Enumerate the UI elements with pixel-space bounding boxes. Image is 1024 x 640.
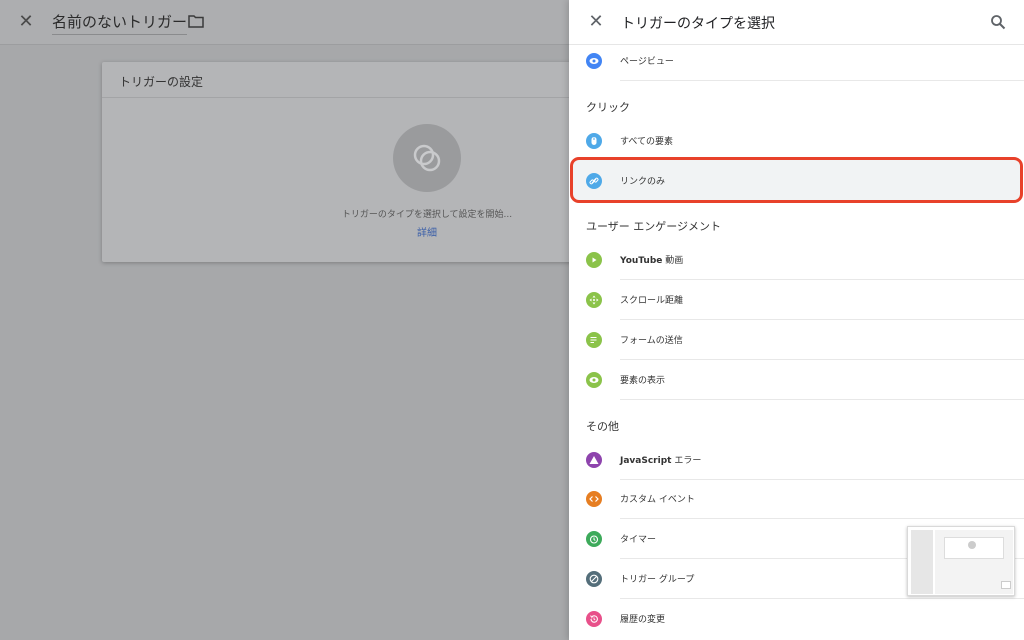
alarm-icon <box>586 531 602 547</box>
details-link[interactable]: 詳細 <box>102 224 582 239</box>
trigger-item-javascript-error[interactable]: JavaScript エラー <box>569 440 1024 480</box>
trigger-item-form-submit[interactable]: フォームの送信 <box>569 320 1024 360</box>
card-title: トリガーの設定 <box>102 62 582 98</box>
group-icon <box>586 571 602 587</box>
link-icon <box>586 173 602 189</box>
trigger-item-label: すべての要素 <box>620 137 674 147</box>
trigger-item-link-only[interactable]: リンクのみ <box>569 161 1024 201</box>
trigger-item-label: トリガー グループ <box>620 575 695 585</box>
trigger-item-custom-event[interactable]: カスタム イベント <box>569 479 1024 519</box>
form-icon <box>586 332 602 348</box>
trigger-item-label: 要素の表示 <box>620 376 666 386</box>
eye-icon <box>586 372 602 388</box>
trigger-item-scroll-depth[interactable]: スクロール距離 <box>569 280 1024 320</box>
history-icon <box>586 611 602 627</box>
screenshot-thumbnail[interactable] <box>907 526 1015 596</box>
trigger-editor-overlay: ✕ 名前のないトリガー トリガーの設定 トリガーのタイプを選択して設定を開始..… <box>0 0 582 640</box>
warning-icon <box>586 452 602 468</box>
trigger-item-label: フォームの送信 <box>620 336 683 346</box>
divider <box>620 399 1024 400</box>
trigger-item-history-change[interactable]: 履歴の変更 <box>569 599 1024 639</box>
trigger-item-label: タイマー <box>620 535 657 545</box>
trigger-item-element-visibility[interactable]: 要素の表示 <box>569 360 1024 400</box>
section-title-other: その他 <box>586 420 619 433</box>
trigger-item-youtube-video[interactable]: YouTube 動画 <box>569 240 1024 280</box>
code-icon <box>586 491 602 507</box>
trigger-config-card[interactable]: トリガーの設定 トリガーのタイプを選択して設定を開始... 詳細 <box>102 62 582 262</box>
trigger-name-input[interactable]: 名前のないトリガー <box>52 11 188 35</box>
play-icon <box>586 252 602 268</box>
trigger-item-label: スクロール距離 <box>620 296 684 306</box>
trigger-item-label: 履歴の変更 <box>620 615 666 625</box>
editor-close-icon[interactable]: ✕ <box>15 11 37 33</box>
trigger-item-label: リンクのみ <box>620 177 666 187</box>
move-icon <box>586 292 602 308</box>
trigger-item-label: カスタム イベント <box>620 495 695 505</box>
section-title-engagement: ユーザー エンゲージメント <box>586 220 722 233</box>
trigger-item-label: JavaScript エラー <box>620 456 702 466</box>
trigger-item-all-elements[interactable]: すべての要素 <box>569 121 1024 161</box>
folder-icon[interactable] <box>188 14 204 28</box>
trigger-item-label: YouTube 動画 <box>620 256 684 266</box>
card-hint-text: トリガーのタイプを選択して設定を開始... <box>341 210 513 220</box>
mouse-icon <box>586 133 602 149</box>
editor-header: ✕ 名前のないトリガー <box>0 0 569 45</box>
trigger-placeholder-icon[interactable] <box>393 124 461 192</box>
